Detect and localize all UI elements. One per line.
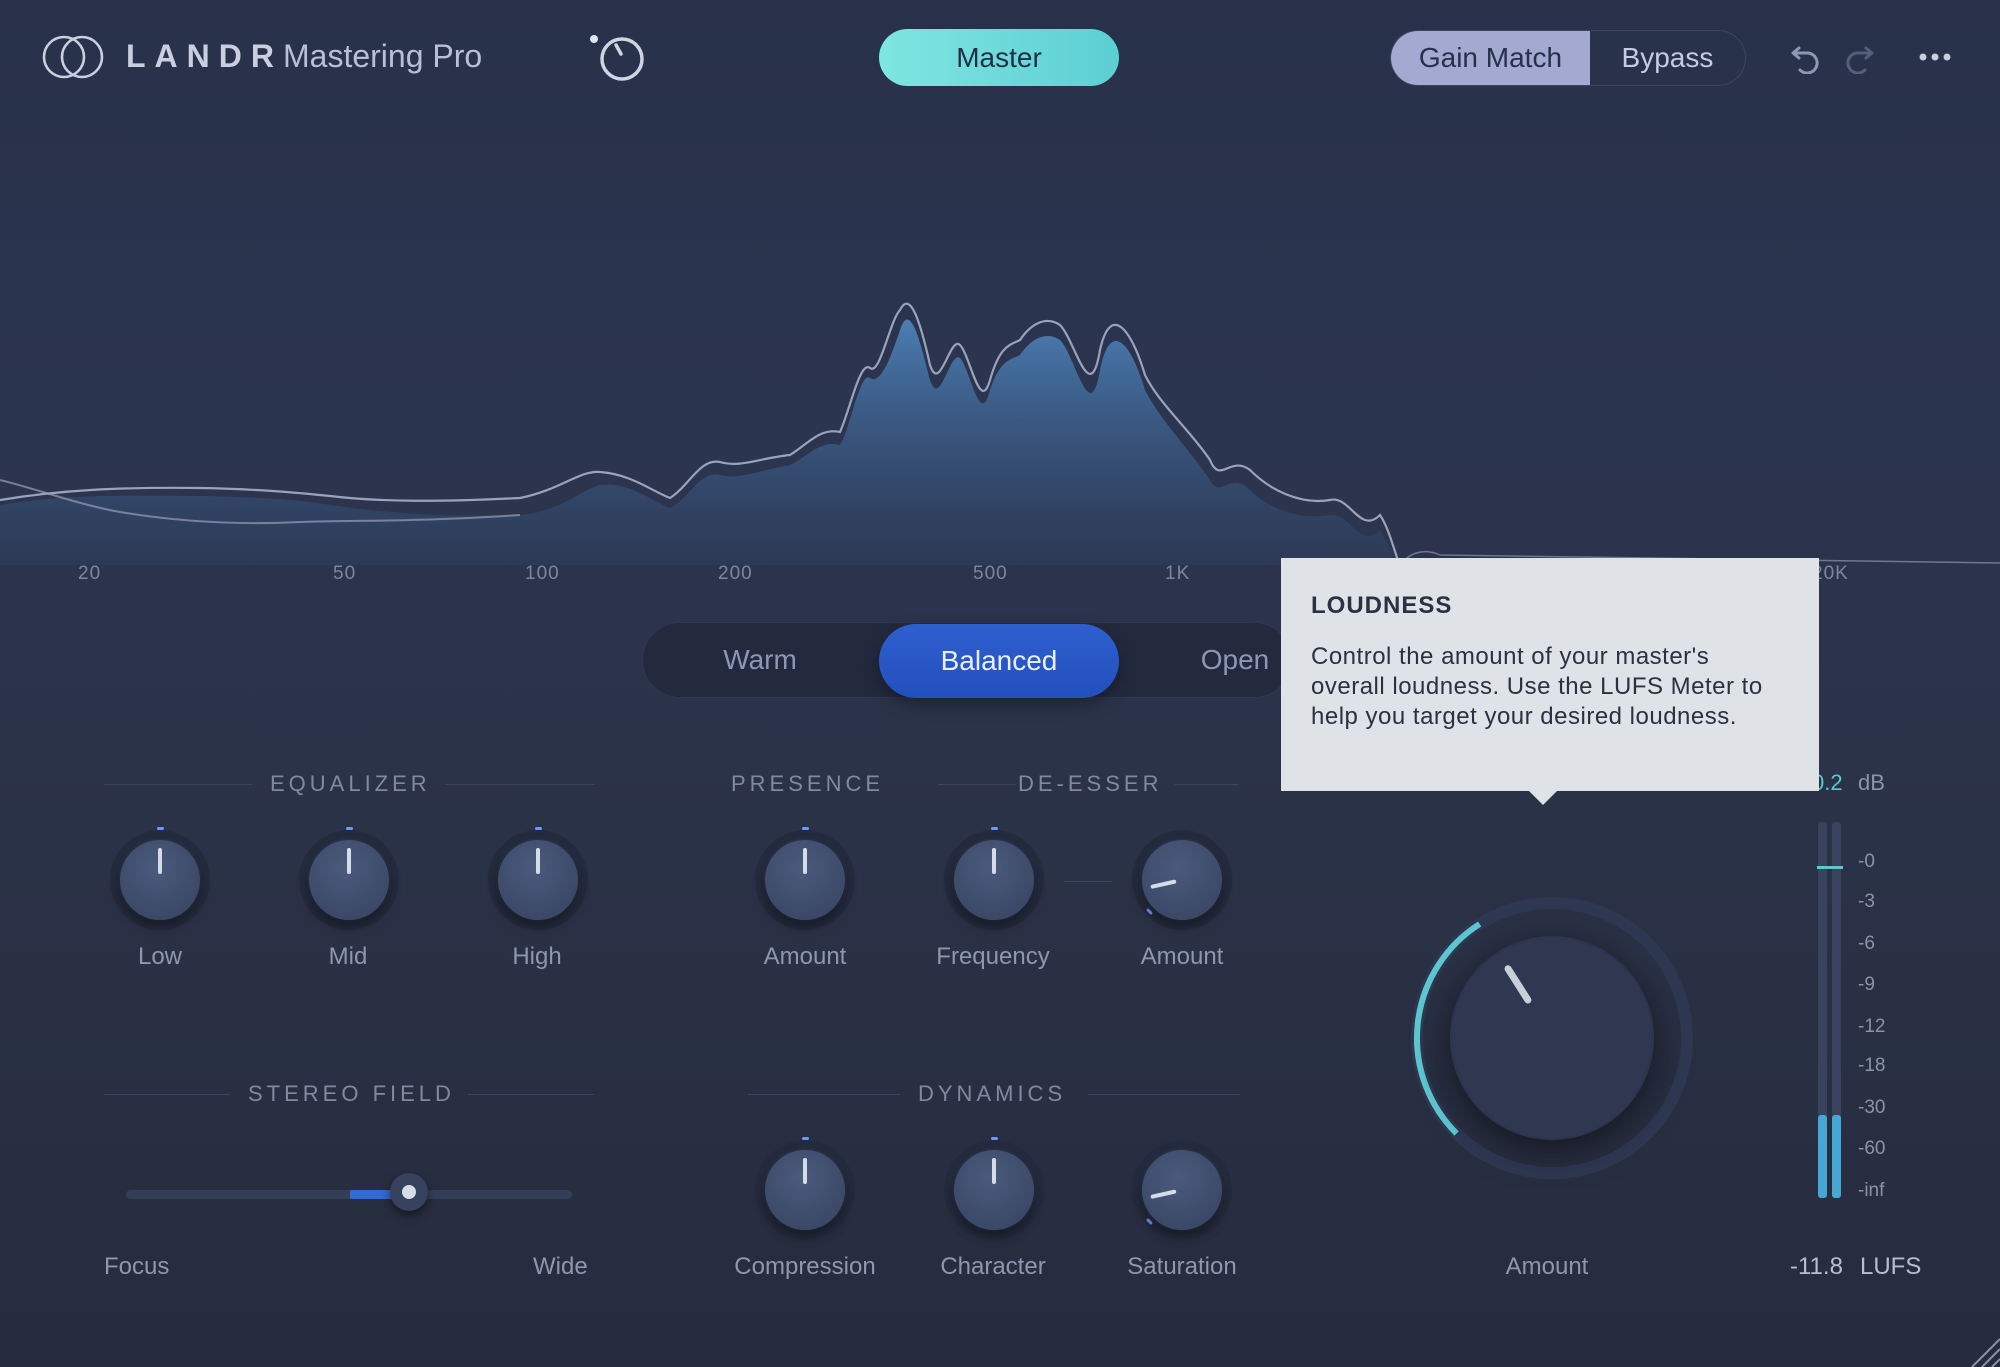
character-knob[interactable] xyxy=(944,1137,1044,1240)
meter-tick: -6 xyxy=(1858,933,1875,954)
divider xyxy=(104,1094,230,1095)
knob-label: Saturation xyxy=(1127,1253,1237,1280)
freq-label: 500 xyxy=(973,563,1008,584)
master-button[interactable]: Master xyxy=(879,29,1119,86)
stereo-slider-track[interactable] xyxy=(126,1190,572,1199)
undo-icon[interactable] xyxy=(1790,40,1822,74)
presence-heading: PRESENCE xyxy=(731,771,885,796)
divider xyxy=(1175,784,1239,785)
stereo-slider-thumb[interactable] xyxy=(390,1173,428,1211)
meter-tick: -0 xyxy=(1858,851,1875,872)
divider xyxy=(445,784,595,785)
peak-unit: dB xyxy=(1858,770,1885,795)
freq-label: 20 xyxy=(78,563,102,584)
saturation-knob[interactable] xyxy=(1132,1140,1232,1240)
style-balanced[interactable]: Balanced xyxy=(879,624,1119,698)
presence-amount-knob[interactable] xyxy=(755,827,855,930)
deesser-amount-knob[interactable] xyxy=(1132,830,1232,930)
gain-bypass-toggle: Gain Match Bypass xyxy=(1390,30,1746,86)
dynamics-heading: DYNAMICS xyxy=(918,1081,1067,1106)
lufs-value: -11.8 xyxy=(1790,1253,1843,1280)
meter-tick: -12 xyxy=(1858,1016,1886,1037)
freq-label: 100 xyxy=(525,563,560,584)
divider xyxy=(1088,1094,1240,1095)
loudness-amount-label: Amount xyxy=(1505,1253,1589,1280)
divider xyxy=(104,784,252,785)
style-warm[interactable]: Warm xyxy=(680,622,840,698)
loudness-tooltip: LOUDNESS Control the amount of your mast… xyxy=(1281,558,1819,805)
bypass-button[interactable]: Bypass xyxy=(1590,31,1745,85)
stereo-focus-label: Focus xyxy=(104,1253,170,1280)
knob-label: Low xyxy=(137,943,183,970)
brand-name: LANDR xyxy=(126,38,283,74)
meter-tick: -inf xyxy=(1858,1180,1885,1201)
peak-marker xyxy=(1817,866,1843,869)
eq-low-knob[interactable] xyxy=(110,827,210,930)
lufs-meter-level xyxy=(1832,1115,1841,1198)
eq-high-knob[interactable] xyxy=(488,827,588,930)
knob-label: Compression xyxy=(734,1253,876,1280)
product-name: Mastering Pro xyxy=(283,38,483,74)
stereo-wide-label: Wide xyxy=(533,1253,588,1280)
knob-label: Amount xyxy=(1140,943,1224,970)
reference-knob-icon[interactable] xyxy=(588,31,648,83)
divider xyxy=(468,1094,594,1095)
knob-label: Mid xyxy=(328,943,368,970)
gain-match-button[interactable]: Gain Match xyxy=(1391,31,1590,85)
loudness-amount-knob[interactable] xyxy=(1404,890,1700,1186)
eq-mid-knob[interactable] xyxy=(299,827,399,930)
landr-logo-icon xyxy=(42,35,104,79)
deesser-frequency-knob[interactable] xyxy=(944,827,1044,930)
redo-icon[interactable] xyxy=(1843,40,1875,74)
divider xyxy=(938,784,1016,785)
stereo-field-heading: STEREO FIELD xyxy=(248,1081,455,1106)
divider xyxy=(748,1094,900,1095)
meter-tick: -60 xyxy=(1858,1138,1886,1159)
deesser-heading: DE-ESSER xyxy=(1018,771,1163,796)
meter-tick: -9 xyxy=(1858,974,1875,995)
knob-label: High xyxy=(512,943,562,970)
freq-label: 1K xyxy=(1165,563,1191,584)
resize-handle-icon[interactable] xyxy=(1960,1327,2000,1367)
freq-label: 50 xyxy=(333,563,357,584)
freq-label: 200 xyxy=(718,563,753,584)
meter-tick: -30 xyxy=(1858,1097,1886,1118)
compression-knob[interactable] xyxy=(755,1137,855,1240)
knob-label: Frequency xyxy=(936,943,1050,970)
tooltip-title: LOUDNESS xyxy=(1311,592,1453,619)
more-options-icon[interactable] xyxy=(1918,50,1952,64)
knob-label: Character xyxy=(940,1253,1046,1280)
knob-label: Amount xyxy=(763,943,847,970)
tooltip-body: Control the amount of your master's over… xyxy=(1311,643,1763,730)
spectrum-analyzer xyxy=(0,302,2000,565)
meter-tick: -18 xyxy=(1858,1055,1886,1076)
meter-tick: -3 xyxy=(1858,891,1875,912)
link-line xyxy=(1064,881,1112,882)
lufs-unit: LUFS xyxy=(1860,1253,1922,1280)
lufs-meter-level xyxy=(1818,1115,1827,1198)
equalizer-heading: EQUALIZER xyxy=(270,771,431,796)
